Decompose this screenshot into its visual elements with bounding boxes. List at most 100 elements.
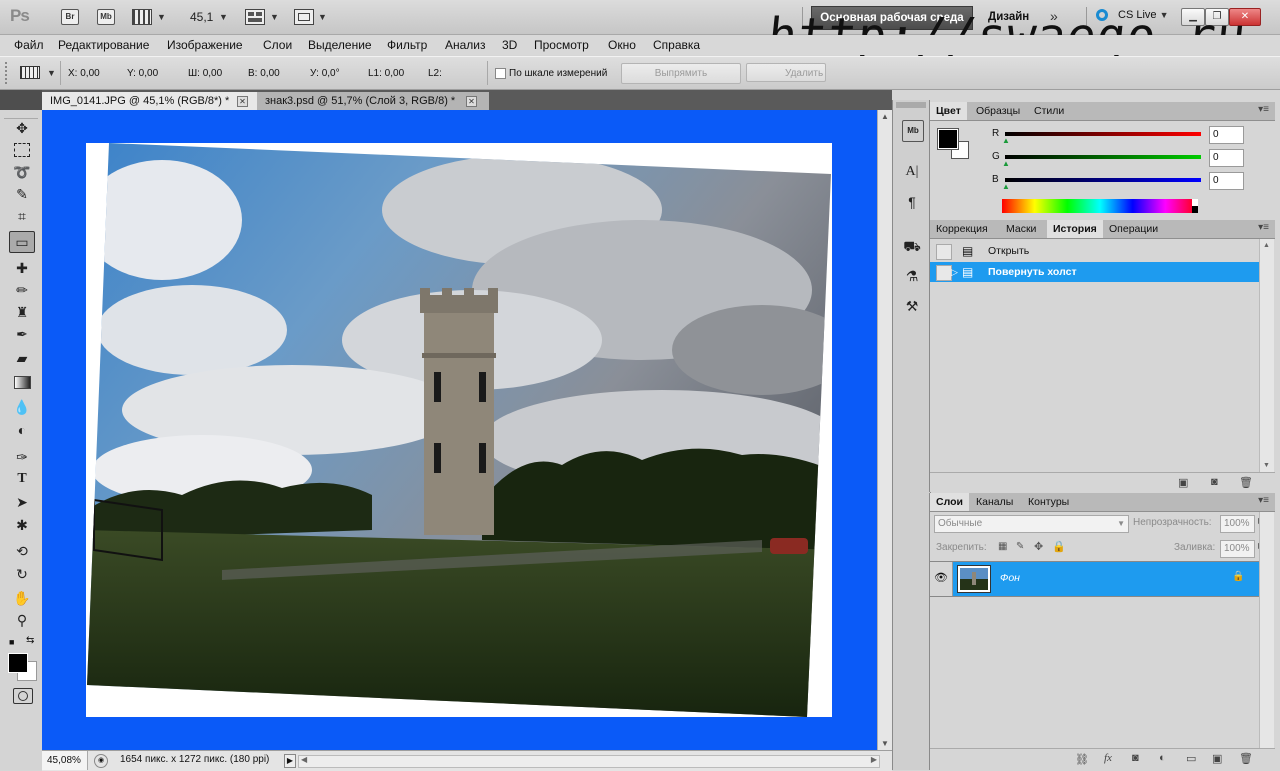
horizontal-scrollbar[interactable]: ◀ ▶ xyxy=(298,755,880,768)
new-document-from-state-icon[interactable]: ▣ xyxy=(1178,476,1188,489)
chevron-down-icon[interactable]: ▼ xyxy=(270,12,279,22)
menu-view[interactable]: Просмотр xyxy=(534,38,589,52)
new-snapshot-icon[interactable]: ◙ xyxy=(1211,476,1218,488)
close-tab-icon[interactable]: ✕ xyxy=(466,96,477,107)
new-layer-icon[interactable]: ▣ xyxy=(1212,752,1222,765)
menu-file[interactable]: Файл xyxy=(14,38,44,52)
status-menu-arrow-icon[interactable]: ▶ xyxy=(284,754,296,768)
path-selection-tool-icon[interactable]: ➤ xyxy=(10,492,34,512)
lock-all-icon[interactable]: 🔒 xyxy=(1052,540,1066,553)
zoom-level-field[interactable]: 45,1 xyxy=(190,10,213,24)
menu-select[interactable]: Выделение xyxy=(308,38,372,52)
gradient-tool-icon[interactable] xyxy=(10,372,34,392)
screen-mode-icon[interactable] xyxy=(294,9,314,25)
brush-presets-icon[interactable]: ⛟ xyxy=(902,236,922,256)
tab-styles[interactable]: Стили xyxy=(1028,102,1070,120)
menu-help[interactable]: Справка xyxy=(653,38,700,52)
history-brush-tool-icon[interactable]: ✒ xyxy=(10,324,34,344)
blue-slider[interactable] xyxy=(1005,178,1201,182)
bridge-button[interactable]: Br xyxy=(61,9,79,25)
brush-tool-icon[interactable]: ✏ xyxy=(10,280,34,300)
hand-tool-icon[interactable]: ✋ xyxy=(10,588,34,608)
layers-scrollbar[interactable] xyxy=(1259,512,1274,748)
fill-field[interactable]: 100% xyxy=(1220,540,1255,558)
clone-stamp-tool-icon[interactable]: ♜ xyxy=(10,302,34,322)
quick-mask-icon[interactable] xyxy=(13,688,33,704)
chevron-down-icon[interactable]: ▼ xyxy=(157,12,166,22)
red-slider[interactable] xyxy=(1005,132,1201,136)
tab-masks[interactable]: Маски xyxy=(1000,220,1042,238)
trash-icon[interactable]: 🗑 xyxy=(1239,476,1253,489)
layer-style-icon[interactable]: fx xyxy=(1104,752,1112,764)
status-info-icon[interactable]: ◉ xyxy=(94,754,108,768)
tab-layers[interactable]: Слои xyxy=(930,493,969,511)
history-brush-source-checkbox[interactable] xyxy=(936,244,952,260)
lock-transparent-icon[interactable]: ▦ xyxy=(998,541,1007,552)
link-layers-icon[interactable]: ⛓ xyxy=(1075,753,1089,766)
menu-layer[interactable]: Слои xyxy=(263,38,292,52)
chevron-down-icon[interactable]: ▼ xyxy=(318,12,327,22)
menu-analysis[interactable]: Анализ xyxy=(445,38,486,52)
foreground-color-swatch[interactable] xyxy=(8,653,28,673)
tab-adjustments[interactable]: Коррекция xyxy=(930,220,994,238)
extras-icon[interactable] xyxy=(132,9,152,25)
custom-shape-tool-icon[interactable]: ✱ xyxy=(10,515,34,535)
tab-channels[interactable]: Каналы xyxy=(970,493,1019,511)
eraser-tool-icon[interactable]: ▰ xyxy=(10,348,34,368)
layer-row-background[interactable]: 👁 Фон 🔒 xyxy=(930,561,1259,597)
healing-brush-tool-icon[interactable]: ✚ xyxy=(10,258,34,278)
add-mask-icon[interactable]: ◙ xyxy=(1132,752,1139,764)
tab-actions[interactable]: Операции xyxy=(1103,220,1164,238)
history-brush-source-checkbox[interactable] xyxy=(936,265,952,281)
use-measurement-scale-checkbox[interactable] xyxy=(495,68,506,79)
slider-handle-icon[interactable]: ▲ xyxy=(1002,182,1010,191)
tool-presets-icon[interactable]: ⚒ xyxy=(902,296,922,316)
close-tab-icon[interactable]: ✕ xyxy=(237,96,248,107)
menu-edit[interactable]: Редактирование xyxy=(58,38,149,52)
type-tool-icon[interactable]: T xyxy=(10,469,34,489)
history-item-open[interactable]: ▤ Открыть xyxy=(930,241,1259,261)
trash-icon[interactable]: 🗑 xyxy=(1239,752,1253,765)
ruler-tool-icon[interactable]: ▭ xyxy=(9,231,35,253)
lock-image-icon[interactable]: ✎ xyxy=(1016,541,1024,552)
color-spectrum-bar[interactable] xyxy=(1002,199,1198,213)
arrange-documents-icon[interactable] xyxy=(245,9,265,25)
move-tool-icon[interactable]: ✥ xyxy=(10,118,34,138)
layer-visibility-toggle[interactable]: 👁 xyxy=(930,562,953,596)
3d-orbit-tool-icon[interactable]: ↻ xyxy=(10,564,34,584)
marquee-tool-icon[interactable] xyxy=(10,140,34,160)
quick-selection-tool-icon[interactable]: ✎ xyxy=(10,184,34,204)
adjustment-layer-icon[interactable]: ◐ xyxy=(1159,752,1166,764)
zoom-tool-icon[interactable]: ⚲ xyxy=(10,610,34,630)
new-group-icon[interactable]: ▭ xyxy=(1186,752,1196,765)
history-scrollbar[interactable]: ▲ ▼ xyxy=(1259,239,1274,472)
tab-color[interactable]: Цвет xyxy=(930,102,967,120)
slider-handle-icon[interactable]: ▲ xyxy=(1002,136,1010,145)
dodge-tool-icon[interactable]: ◐ xyxy=(10,420,34,440)
blue-value-field[interactable]: 0 xyxy=(1209,172,1244,190)
character-panel-icon[interactable]: A| xyxy=(902,162,922,182)
green-value-field[interactable]: 0 xyxy=(1209,149,1244,167)
menu-3d[interactable]: 3D xyxy=(502,38,517,52)
document-canvas[interactable] xyxy=(42,110,877,750)
pen-tool-icon[interactable]: ✑ xyxy=(10,447,34,467)
chevron-down-icon[interactable]: ▼ xyxy=(219,12,228,22)
vertical-scrollbar[interactable]: ▲ ▼ xyxy=(877,110,893,750)
lasso-tool-icon[interactable]: ➰ xyxy=(10,162,34,182)
minibridge-button[interactable]: Mb xyxy=(97,9,115,25)
tab-znak3[interactable]: знак3.psd @ 51,7% (Слой 3, RGB/8) * ✕ xyxy=(257,92,489,110)
crop-tool-icon[interactable]: ⌗ xyxy=(10,206,34,226)
tab-swatches[interactable]: Образцы xyxy=(970,102,1026,120)
foreground-color-swatch[interactable] xyxy=(937,128,959,150)
layer-name[interactable]: Фон xyxy=(1000,572,1020,584)
red-value-field[interactable]: 0 xyxy=(1209,126,1244,144)
blur-tool-icon[interactable]: 💧 xyxy=(10,397,34,417)
mini-bridge-icon[interactable]: Mb xyxy=(902,120,924,142)
straighten-button[interactable]: Выпрямить xyxy=(621,63,741,84)
tab-paths[interactable]: Контуры xyxy=(1022,493,1075,511)
menu-window[interactable]: Окно xyxy=(608,38,636,52)
green-slider[interactable] xyxy=(1005,155,1201,159)
tab-history[interactable]: История xyxy=(1047,220,1103,238)
swap-colors-icon[interactable]: ⇆ xyxy=(26,635,34,646)
history-item-rotate-canvas[interactable]: ▷ ▤ Повернуть холст xyxy=(930,262,1259,282)
